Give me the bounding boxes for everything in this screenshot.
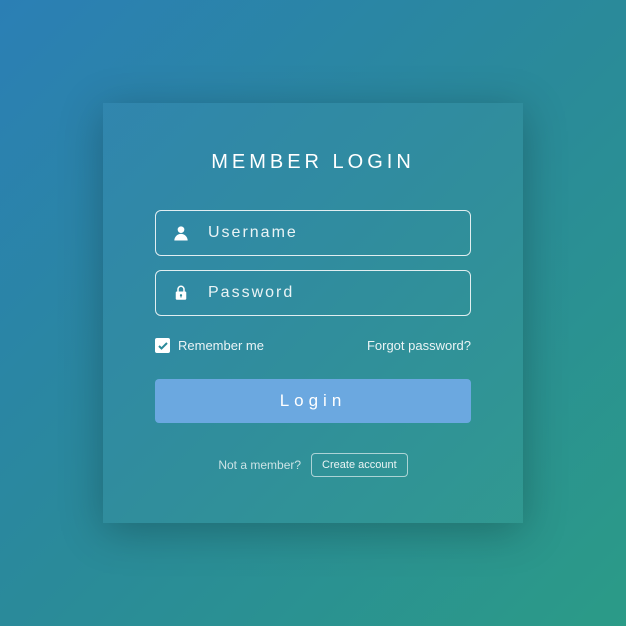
forgot-password-link[interactable]: Forgot password?: [367, 338, 471, 353]
remember-me-checkbox[interactable]: Remember me: [155, 338, 264, 353]
check-icon: [155, 338, 170, 353]
not-member-text: Not a member?: [218, 458, 301, 472]
create-account-button[interactable]: Create account: [311, 453, 408, 477]
remember-label: Remember me: [178, 338, 264, 353]
page-title: MEMBER LOGIN: [155, 151, 471, 174]
password-input[interactable]: [208, 284, 456, 302]
password-field-wrap[interactable]: [155, 270, 471, 316]
login-card: MEMBER LOGIN Rem: [103, 103, 523, 523]
username-input[interactable]: [208, 224, 456, 242]
username-field-wrap[interactable]: [155, 210, 471, 256]
user-icon: [170, 222, 192, 244]
footer: Not a member? Create account: [155, 453, 471, 477]
lock-icon: [170, 282, 192, 304]
login-button[interactable]: Login: [155, 379, 471, 423]
options-row: Remember me Forgot password?: [155, 338, 471, 353]
